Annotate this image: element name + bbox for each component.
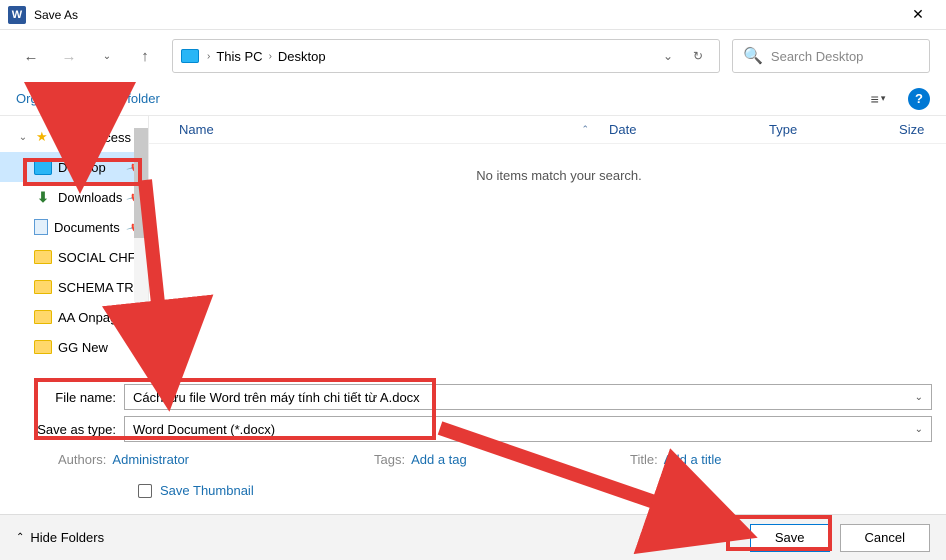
footer: ⌃ Hide Folders Tools▾ Save Cancel — [0, 514, 946, 560]
title-value[interactable]: Add a title — [664, 452, 722, 467]
window-title: Save As — [34, 8, 78, 22]
address-dropdown-icon[interactable]: ⌄ — [655, 43, 681, 69]
help-button[interactable]: ? — [908, 88, 930, 110]
sidebar-item-gg-new[interactable]: GG New — [0, 332, 148, 362]
save-form: File name: ⌄ Save as type: Word Document… — [0, 374, 946, 504]
chevron-down-icon: ▼ — [73, 94, 82, 104]
organize-button[interactable]: Organize▼ — [16, 91, 82, 106]
sidebar-item-documents[interactable]: Documents 📌 — [0, 212, 148, 242]
recent-dropdown[interactable]: ⌄ — [92, 41, 122, 71]
desktop-icon — [181, 49, 199, 63]
nav-row: ← → ⌄ ↑ › This PC › Desktop ⌄ ↻ 🔍 — [0, 30, 946, 82]
authors-value[interactable]: Administrator — [112, 452, 189, 467]
folder-icon — [34, 340, 52, 354]
desktop-icon — [34, 159, 52, 175]
download-icon: ⬇ — [34, 189, 52, 205]
sidebar-item-social[interactable]: SOCIAL CHF — [0, 242, 148, 272]
folder-icon — [34, 280, 52, 294]
chevron-up-icon: ⌃ — [16, 532, 24, 543]
title-label: Title: — [630, 452, 658, 467]
hide-folders-button[interactable]: ⌃ Hide Folders — [16, 530, 104, 545]
save-thumbnail-checkbox[interactable] — [138, 484, 152, 498]
chevron-right-icon: › — [207, 51, 210, 62]
toolbar: Organize▼ New folder ≡ ▾ ? — [0, 82, 946, 116]
chevron-down-icon[interactable]: ⌄ — [907, 424, 923, 435]
search-box[interactable]: 🔍 — [732, 39, 930, 73]
sidebar-item-schema[interactable]: SCHEMA TR — [0, 272, 148, 302]
back-button[interactable]: ← — [16, 41, 46, 71]
star-icon: ★ — [36, 129, 48, 145]
savetype-select[interactable]: Word Document (*.docx) ⌄ — [124, 416, 932, 442]
cancel-button[interactable]: Cancel — [840, 524, 930, 552]
column-date[interactable]: Date — [599, 122, 759, 137]
filename-label: File name: — [14, 390, 124, 405]
chevron-down-icon[interactable]: ⌄ — [907, 392, 923, 403]
sidebar-item-desktop[interactable]: Desktop 📌 — [0, 152, 148, 182]
sidebar: ⌄ ★ Quick access Desktop 📌 ⬇ Downloads 📌… — [0, 116, 149, 374]
breadcrumb-child[interactable]: Desktop — [278, 49, 326, 64]
tags-value[interactable]: Add a tag — [411, 452, 467, 467]
document-icon — [34, 219, 48, 235]
search-icon: 🔍 — [743, 46, 763, 66]
sidebar-scrollbar[interactable] — [134, 122, 148, 332]
chevron-down-icon: ▾ — [717, 532, 722, 543]
sidebar-item-aa-onpage[interactable]: AA Onpage — [0, 302, 148, 332]
search-input[interactable] — [771, 49, 919, 64]
forward-button[interactable]: → — [54, 41, 84, 71]
tools-dropdown[interactable]: Tools▾ — [683, 530, 722, 545]
view-options-button[interactable]: ≡ ▾ — [864, 85, 892, 113]
empty-message: No items match your search. — [149, 168, 946, 183]
refresh-button[interactable]: ↻ — [685, 43, 711, 69]
sort-caret-icon: ⌃ — [581, 124, 589, 135]
tags-label: Tags: — [374, 452, 405, 467]
new-folder-button[interactable]: New folder — [98, 91, 160, 106]
filename-field[interactable] — [133, 390, 907, 405]
address-bar[interactable]: › This PC › Desktop ⌄ ↻ — [172, 39, 720, 73]
filename-input[interactable]: ⌄ — [124, 384, 932, 410]
word-app-icon: W — [8, 6, 26, 24]
authors-label: Authors: — [58, 452, 106, 467]
up-button[interactable]: ↑ — [130, 41, 160, 71]
column-name[interactable]: Name⌃ — [169, 122, 599, 137]
chevron-right-icon: › — [269, 51, 272, 62]
save-button[interactable]: Save — [750, 524, 830, 552]
sidebar-quick-access[interactable]: ⌄ ★ Quick access — [0, 122, 148, 152]
file-area: Name⌃ Date Type Size No items match your… — [149, 116, 946, 374]
column-size[interactable]: Size — [889, 122, 946, 137]
collapse-icon[interactable]: ⌄ — [16, 132, 30, 143]
savetype-label: Save as type: — [14, 422, 124, 437]
breadcrumb-root[interactable]: This PC — [216, 49, 262, 64]
titlebar: W Save As ✕ — [0, 0, 946, 30]
column-type[interactable]: Type — [759, 122, 889, 137]
folder-icon — [34, 310, 52, 324]
folder-icon — [34, 250, 52, 264]
save-thumbnail-label[interactable]: Save Thumbnail — [160, 483, 254, 498]
close-button[interactable]: ✕ — [898, 1, 938, 29]
column-headers: Name⌃ Date Type Size — [149, 116, 946, 144]
sidebar-item-downloads[interactable]: ⬇ Downloads 📌 — [0, 182, 148, 212]
